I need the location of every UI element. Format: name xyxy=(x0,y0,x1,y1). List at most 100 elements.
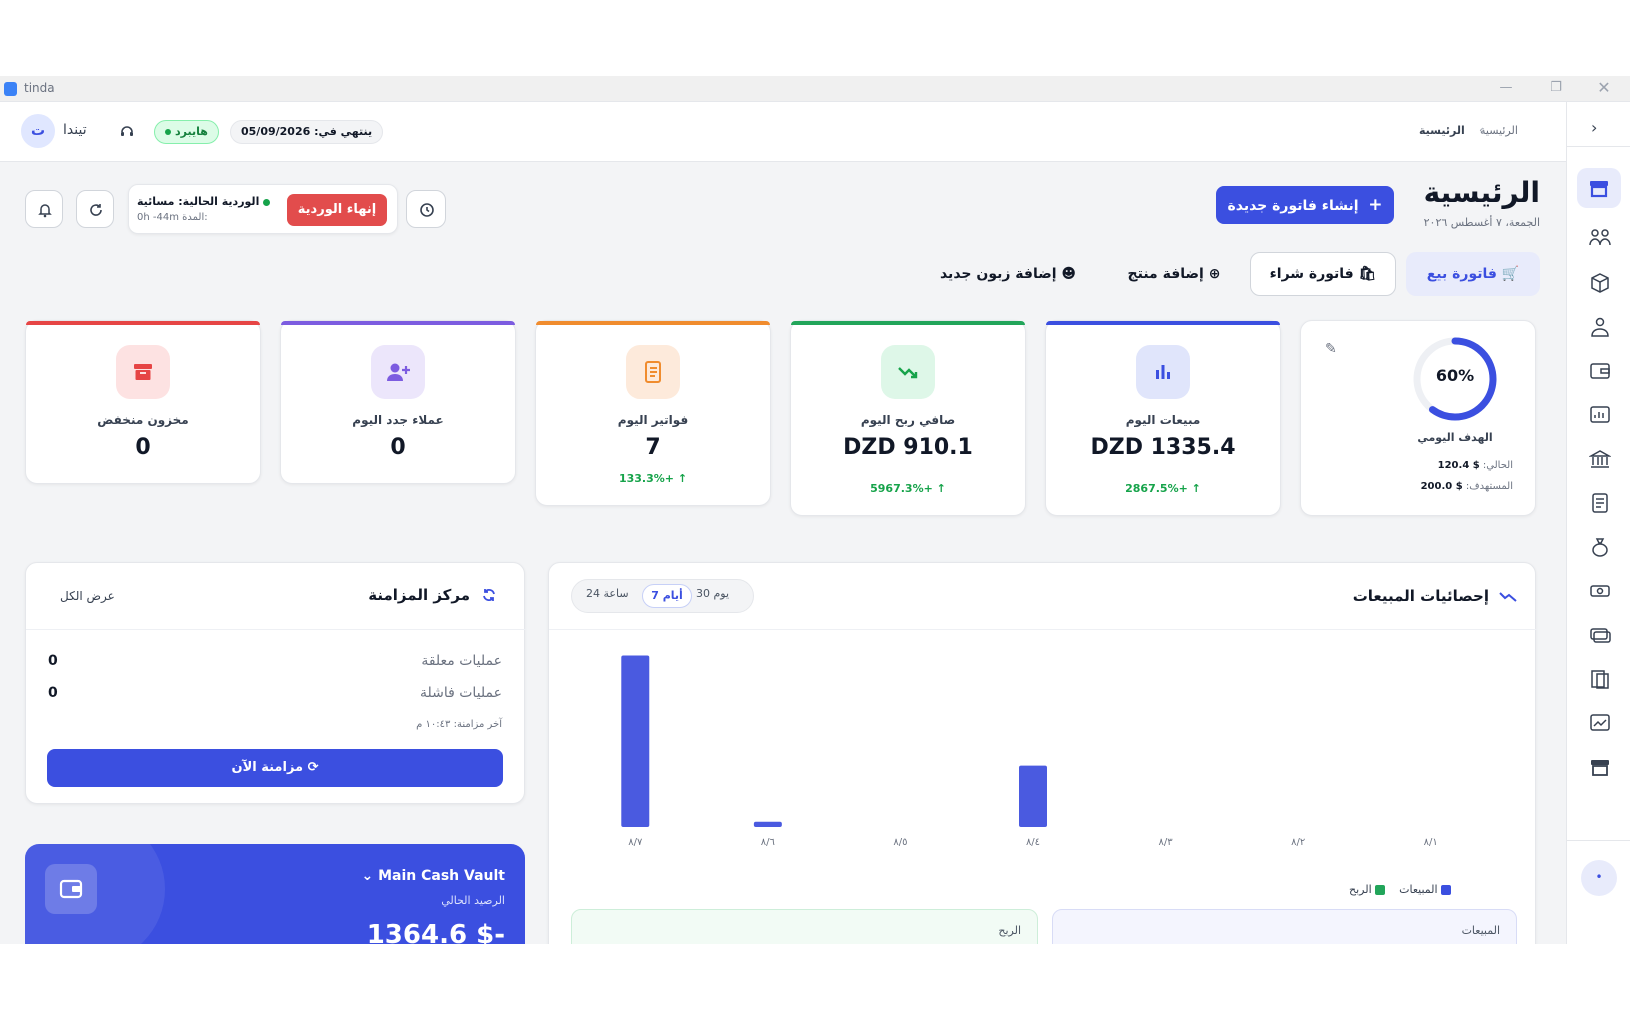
payments-icon[interactable] xyxy=(1589,624,1611,646)
invoices-icon[interactable] xyxy=(1589,492,1611,514)
divider xyxy=(1567,146,1630,147)
cash-vault-card[interactable]: ⌄ Main Cash Vault الرصيد الحالي -$ 1364.… xyxy=(25,844,525,944)
breadcrumb-root[interactable]: الرئيسية xyxy=(1480,124,1518,137)
sales-bar-chart: ٨/١ ٨/٢ ٨/٣ ٨/٤ ٨/٥ ٨/٦ ٨/٧ xyxy=(621,655,1438,848)
new-invoice-button[interactable]: + إنشاء فاتورة جديدة xyxy=(1216,186,1394,224)
app-window: tinda — ❐ ✕ الرئيسية الرئيسية ‹ ينتهي في… xyxy=(0,76,1630,944)
sales-bar[interactable] xyxy=(753,821,782,827)
refresh-button[interactable] xyxy=(76,190,114,228)
breadcrumb-current: الرئيسية xyxy=(1419,124,1465,137)
sync-title: مركز المزامنة xyxy=(368,586,470,604)
shopping-bag-icon: 🛍 xyxy=(1358,266,1377,282)
kpi-today-sales: مبيعات اليوم DZD 1335.4 2867.5%+ ↑ xyxy=(1045,320,1281,516)
add-product-label: إضافة منتج xyxy=(1127,266,1204,282)
breadcrumb-separator-icon: ‹ xyxy=(1479,123,1484,137)
bar-chart-icon xyxy=(1136,345,1190,399)
analytics-icon[interactable] xyxy=(1589,712,1611,734)
range-7-days[interactable]: 7 أيام xyxy=(642,584,692,608)
purchase-invoice-label: فاتورة شراء xyxy=(1269,266,1354,282)
sales-bar[interactable] xyxy=(621,655,650,827)
box-icon[interactable] xyxy=(1589,272,1611,294)
money-bag-icon[interactable] xyxy=(1589,536,1611,558)
wallet-icon[interactable] xyxy=(1589,360,1611,382)
kpi-label: عملاء جدد اليوم xyxy=(352,413,444,427)
cash-icon[interactable] xyxy=(1589,580,1611,602)
kpi-low-stock: مخزون منخفض 0 xyxy=(25,320,261,484)
legend-swatch-sales xyxy=(1441,885,1452,895)
minimize-icon[interactable]: — xyxy=(1496,79,1516,97)
kpi-new-customers: عملاء جدد اليوم 0 xyxy=(280,320,516,484)
pending-label: عمليات معلقة xyxy=(421,653,502,669)
end-shift-button[interactable]: إنهاء الوردية xyxy=(287,194,387,226)
sync-now-button[interactable]: ⟳ مزامنة الآن xyxy=(47,749,503,787)
shift-panel: إنهاء الوردية الوردية الحالية: مسائية 0h… xyxy=(128,184,398,234)
add-product-button[interactable]: ⊕ إضافة منتج xyxy=(1106,252,1242,296)
chevron-down-icon: ⌄ xyxy=(361,868,374,884)
profit-summary-card: الربح xyxy=(571,909,1038,944)
goal-target-value: $ 200.0 xyxy=(1420,481,1463,492)
headset-icon[interactable] xyxy=(119,123,135,139)
receipt-icon xyxy=(626,345,680,399)
avatar[interactable]: ت xyxy=(21,114,55,148)
edit-goal-icon[interactable]: ✎ xyxy=(1325,341,1337,357)
divider xyxy=(549,629,1537,630)
bank-icon[interactable] xyxy=(1589,448,1611,470)
mode-badge-label: هايبرد xyxy=(175,125,208,138)
sidebar: › • xyxy=(1566,102,1630,944)
user-name[interactable]: تيندا xyxy=(63,122,87,138)
shop-icon[interactable] xyxy=(1589,756,1611,778)
notifications-button[interactable] xyxy=(25,190,63,228)
history-button[interactable] xyxy=(406,190,446,228)
kpi-label: فواتير اليوم xyxy=(617,413,689,427)
legend-profit-label: الربح xyxy=(1349,883,1372,896)
view-all-link[interactable]: عرض الكل xyxy=(60,589,115,603)
sidebar-item-home[interactable] xyxy=(1577,168,1621,208)
kpi-change-value: 2867.5%+ xyxy=(1125,482,1188,495)
kpi-change-value: 133.3%+ xyxy=(618,472,674,485)
vault-selector[interactable]: ⌄ Main Cash Vault xyxy=(355,868,506,884)
sales-bar[interactable] xyxy=(1019,765,1047,827)
restore-icon[interactable]: ❐ xyxy=(1546,79,1566,97)
top-bar: الرئيسية الرئيسية ‹ ينتهي في: 05/09/2026… xyxy=(0,102,1566,162)
purchase-invoice-button[interactable]: 🛍 فاتورة شراء xyxy=(1250,252,1396,296)
range-toggle: 30 يوم 7 أيام 24 ساعة xyxy=(571,579,754,613)
cart-icon: 🛒 xyxy=(1501,266,1520,282)
sales-summary-label: المبيعات xyxy=(1461,924,1500,937)
range-30-days[interactable]: 30 يوم xyxy=(696,587,729,600)
x-tick-label: ٨/٧ xyxy=(628,837,643,848)
employees-icon[interactable] xyxy=(1589,316,1611,338)
bell-icon xyxy=(38,204,52,218)
goal-target: المستهدف: $ 200.0 xyxy=(1421,481,1513,492)
sidebar-user-avatar[interactable]: • xyxy=(1581,860,1617,896)
range-24-hours[interactable]: 24 ساعة xyxy=(586,587,629,600)
vault-balance-label: الرصيد الحالي xyxy=(441,894,505,907)
refresh-icon xyxy=(90,204,102,216)
kpi-change: 2867.5%+ ↑ xyxy=(1046,482,1280,495)
sidebar-collapse-icon[interactable]: › xyxy=(1591,118,1597,137)
documents-icon[interactable] xyxy=(1589,668,1611,690)
plus-circle-icon: ⊕ xyxy=(1208,266,1221,282)
divider xyxy=(26,629,526,630)
goal-current-label: الحالي: xyxy=(1482,460,1513,471)
shift-name: مسائية xyxy=(137,195,175,208)
sale-invoice-button[interactable]: 🛒 فاتورة بيع xyxy=(1406,252,1540,296)
goal-percent: 60% xyxy=(1435,366,1475,385)
kpi-accent-bar xyxy=(281,321,515,325)
kpi-value: DZD 910.1 xyxy=(843,435,973,460)
goal-target-label: المستهدف: xyxy=(1465,481,1513,492)
last-sync-time: آخر مزامنة: ١٠:٤٣ م xyxy=(416,719,502,730)
close-icon[interactable]: ✕ xyxy=(1594,79,1614,97)
wallet-icon xyxy=(45,864,97,914)
goal-current: الحالي: $ 120.4 xyxy=(1438,460,1513,471)
x-tick-label: ٨/٦ xyxy=(761,837,775,848)
online-dot xyxy=(165,129,171,135)
page-title: الرئيسية xyxy=(1423,176,1540,209)
users-group-icon[interactable] xyxy=(1589,227,1611,249)
kpi-accent-bar xyxy=(536,321,770,325)
add-customer-button[interactable]: ☻ إضافة زبون جديد xyxy=(920,252,1096,296)
reports-icon[interactable] xyxy=(1589,404,1611,426)
failed-value: 0 xyxy=(48,685,58,701)
history-icon xyxy=(420,203,434,217)
arrow-up-icon: ↑ xyxy=(677,472,688,485)
kpi-value: 0 xyxy=(390,435,406,460)
